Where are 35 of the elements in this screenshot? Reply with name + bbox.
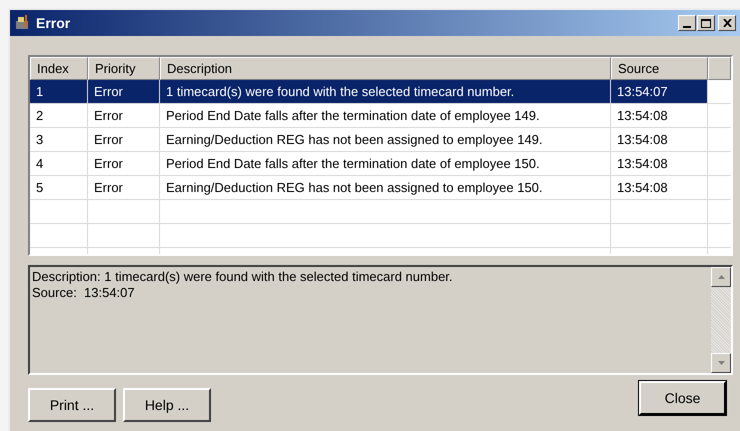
table-cell: Period End Date falls after the termination date of employee 150. [160, 152, 611, 176]
dialog-button[interactable]: Help ... [123, 388, 211, 422]
table-cell: Earning/Deduction REG has not been assigned to employee 150. [160, 176, 611, 200]
table-cell: 13:54:08 [611, 176, 708, 200]
table-cell: 5 [30, 176, 88, 200]
table-cell: Error [88, 80, 160, 104]
table-cell: 3 [30, 128, 88, 152]
table-cell: 4 [30, 152, 88, 176]
table-row[interactable]: 3 Error Earning/Deduction REG has not been assigned to employee 149. 13:54:08 [30, 128, 731, 152]
table-row[interactable]: 2 Error Period End Date falls after the termination date of employee 149. 13:54:08 [30, 104, 731, 128]
close-dialog-button[interactable]: Close [639, 381, 726, 415]
table-cell: 13:54:08 [611, 104, 708, 128]
table-cell: Period End Date falls after the termination date of employee 149. [160, 104, 611, 128]
table-cell: Error [88, 152, 160, 176]
table-cell: 13:54:08 [611, 152, 708, 176]
table-cell: Error [88, 104, 160, 128]
column-header[interactable]: Index [30, 57, 88, 80]
table-cell: Error [88, 176, 160, 200]
table-row[interactable]: 1 Error 1 timecard(s) were found with the selected timecard number. 13:54:07 [30, 80, 731, 104]
dialog-button[interactable]: Print ... [28, 388, 116, 422]
column-header[interactable]: Source [611, 57, 708, 80]
table-cell: Error [88, 128, 160, 152]
table-cell: 1 timecard(s) were found with the selected timecard number. [160, 80, 611, 104]
table-cell: 2 [30, 104, 88, 128]
detail-line: Source: 13:54:07 [32, 285, 136, 301]
table-cell: 13:54:07 [611, 80, 708, 104]
table-cell: 13:54:08 [611, 128, 708, 152]
column-header[interactable]: Description [160, 57, 611, 80]
column-header[interactable]: Priority [88, 57, 160, 80]
table-cell: 1 [30, 80, 88, 104]
window-title: Error [36, 14, 70, 32]
table-row[interactable]: 5 Error Earning/Deduction REG has not been assigned to employee 150. 13:54:08 [30, 176, 731, 200]
detail-line: Description: 1 timecard(s) were found with the selected timecard number. [32, 269, 454, 285]
table-cell: Earning/Deduction REG has not been assigned to employee 149. [160, 128, 611, 152]
table-row[interactable]: 4 Error Period End Date falls after the termination date of employee 150. 13:54:08 [30, 152, 731, 176]
